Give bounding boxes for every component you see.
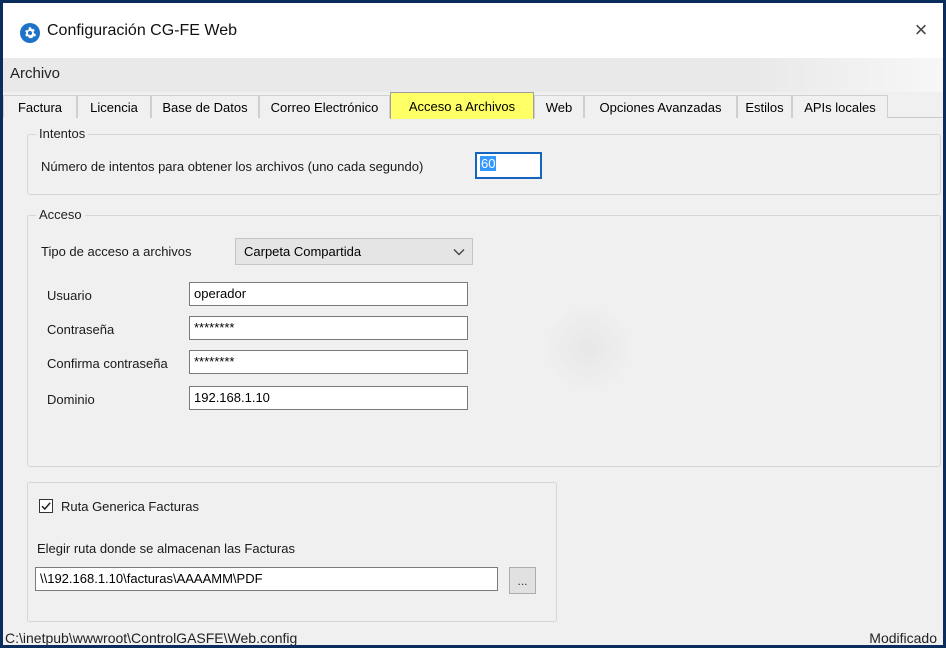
- contrasena-input[interactable]: ********: [189, 316, 468, 340]
- close-button[interactable]: ×: [901, 15, 941, 45]
- confirma-contrasena-label: Confirma contraseña: [47, 356, 168, 371]
- tab-apis-locales[interactable]: APIs locales: [792, 95, 888, 118]
- tab-licencia[interactable]: Licencia: [77, 95, 151, 118]
- ruta-path-input[interactable]: \\192.168.1.10\facturas\AAAAMM\PDF: [35, 567, 498, 591]
- ruta-generica-checkbox[interactable]: [39, 499, 53, 513]
- tipo-acceso-label: Tipo de acceso a archivos: [41, 244, 192, 259]
- elegir-ruta-label: Elegir ruta donde se almacenan las Factu…: [37, 541, 295, 556]
- tab-opciones-avanzadas[interactable]: Opciones Avanzadas: [584, 95, 737, 118]
- acceso-group: Acceso Tipo de acceso a archivos Carpeta…: [27, 207, 941, 467]
- menu-bar: Archivo: [3, 58, 943, 92]
- ruta-group: Ruta Generica Facturas Elegir ruta donde…: [27, 482, 557, 622]
- tipo-acceso-value: Carpeta Compartida: [244, 244, 362, 259]
- intentos-value: 60: [480, 156, 497, 171]
- tab-estilos[interactable]: Estilos: [737, 95, 792, 118]
- confirma-contrasena-input[interactable]: ********: [189, 350, 468, 374]
- checkmark-icon: [41, 502, 51, 511]
- acceso-legend: Acceso: [36, 207, 85, 222]
- tab-strip: Factura Licencia Base de Datos Correo El…: [3, 92, 943, 119]
- usuario-input[interactable]: operador: [189, 282, 468, 306]
- ruta-generica-label: Ruta Generica Facturas: [61, 499, 200, 514]
- intentos-label: Número de intentos para obtener los arch…: [41, 159, 424, 174]
- tab-acceso-a-archivos[interactable]: Acceso a Archivos: [390, 92, 534, 119]
- watermark-logo: [543, 303, 633, 393]
- config-path: C:\inetpub\wwwroot\ControlGASFE\Web.conf…: [5, 630, 298, 646]
- tab-base-de-datos[interactable]: Base de Datos: [151, 95, 259, 118]
- intentos-legend: Intentos: [36, 126, 89, 141]
- tab-web[interactable]: Web: [534, 95, 584, 118]
- contrasena-label: Contraseña: [47, 322, 115, 337]
- chevron-down-icon: [453, 249, 465, 256]
- dominio-label: Dominio: [47, 392, 95, 407]
- usuario-label: Usuario: [47, 288, 92, 303]
- status-state: Modificado: [869, 630, 937, 646]
- tipo-acceso-select[interactable]: Carpeta Compartida: [235, 238, 473, 265]
- app-window: Configuración CG-FE Web × Archivo Factur…: [0, 0, 946, 648]
- status-bar: C:\inetpub\wwwroot\ControlGASFE\Web.conf…: [3, 627, 943, 646]
- browse-button[interactable]: ...: [509, 567, 536, 594]
- close-icon: ×: [914, 17, 928, 42]
- gear-icon: [20, 23, 40, 43]
- dominio-input[interactable]: 192.168.1.10: [189, 386, 468, 410]
- menu-archivo[interactable]: Archivo: [10, 65, 60, 82]
- tab-factura[interactable]: Factura: [3, 95, 77, 118]
- window-title: Configuración CG-FE Web: [47, 22, 237, 39]
- title-bar: Configuración CG-FE Web ×: [3, 3, 943, 58]
- intentos-group: Intentos Número de intentos para obtener…: [27, 126, 941, 195]
- tab-correo-electronico[interactable]: Correo Electrónico: [259, 95, 390, 118]
- intentos-input[interactable]: 60: [475, 152, 542, 179]
